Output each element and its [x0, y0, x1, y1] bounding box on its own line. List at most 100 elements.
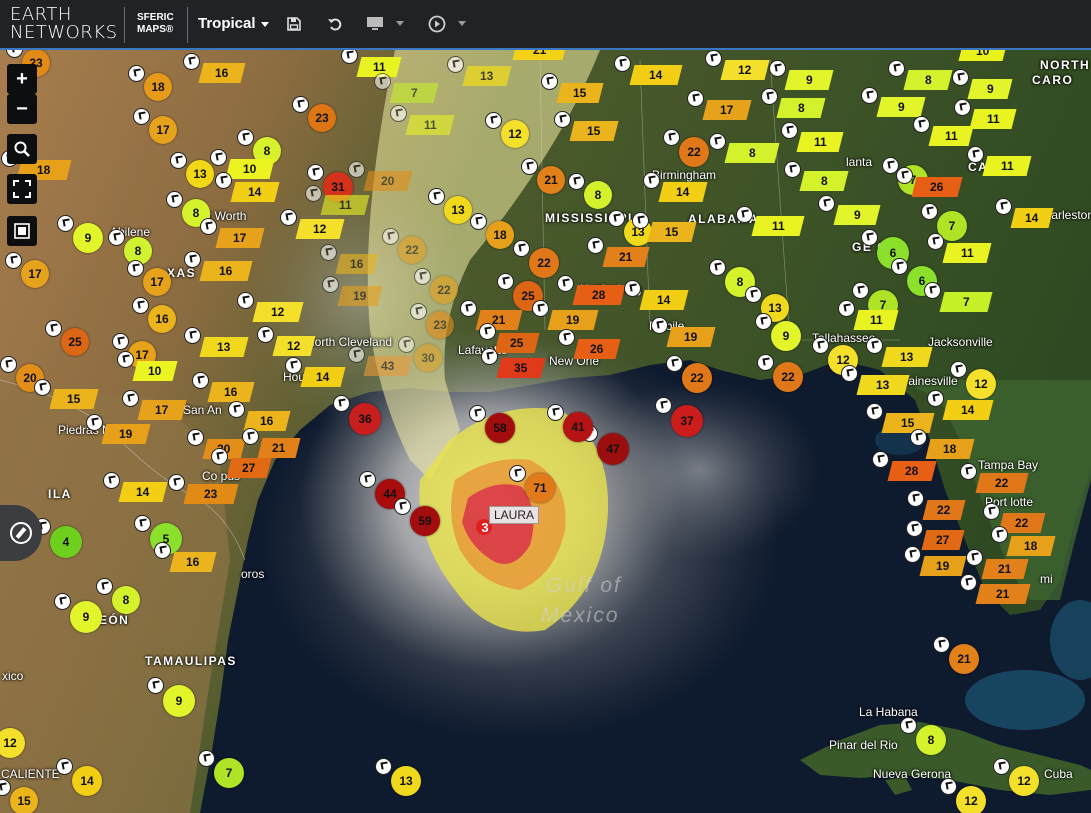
wind-gust-circle-marker[interactable]: 22 [398, 236, 426, 264]
play-dropdown-chevron-icon[interactable] [458, 21, 466, 26]
map-canvas[interactable]: + − MISSISSIPPI ALABAMA XAS TAMAULIPAS LEÓN I… [0, 50, 1091, 813]
wind-speed-flag-marker[interactable]: 12 [252, 302, 304, 322]
display-dropdown-chevron-icon[interactable] [396, 21, 404, 26]
wind-gust-circle-marker[interactable]: 18 [486, 221, 514, 249]
wind-speed-flag-marker[interactable]: 19 [547, 310, 599, 330]
wind-gust-circle-marker[interactable]: 22 [679, 137, 709, 167]
wind-speed-flag-marker[interactable]: 26 [911, 177, 963, 197]
wind-speed-flag-marker[interactable]: 14 [230, 182, 280, 202]
zoom-to-area-button[interactable] [7, 134, 37, 164]
wind-speed-flag-marker[interactable]: 15 [556, 83, 604, 103]
wind-speed-flag-marker[interactable]: 18 [925, 439, 975, 459]
wind-speed-flag-marker[interactable]: 14 [1010, 208, 1054, 228]
wind-gust-circle-marker[interactable]: 16 [148, 305, 176, 333]
undo-button[interactable] [322, 12, 348, 36]
wind-speed-flag-marker[interactable]: 8 [776, 98, 826, 118]
wind-gust-circle-marker[interactable]: 22 [773, 362, 803, 392]
wind-gust-circle-marker[interactable]: 17 [149, 116, 177, 144]
earth-networks-logo[interactable]: EARTH NETWORKS [10, 6, 118, 44]
wind-gust-circle-marker[interactable]: 8 [112, 586, 140, 614]
wind-gust-circle-marker[interactable]: 22 [682, 363, 712, 393]
wind-speed-flag-marker[interactable]: 16 [199, 261, 253, 281]
wind-speed-flag-marker[interactable]: 14 [629, 65, 683, 85]
wind-gust-circle-marker[interactable]: 23 [426, 311, 454, 339]
wind-speed-flag-marker[interactable]: 13 [881, 347, 933, 367]
wind-speed-flag-marker[interactable]: 9 [876, 97, 926, 117]
save-button[interactable] [281, 12, 307, 36]
wind-speed-flag-marker[interactable]: 27 [226, 458, 272, 478]
wind-speed-flag-marker[interactable]: 26 [573, 339, 621, 359]
wind-speed-flag-marker[interactable]: 9 [967, 79, 1013, 99]
wind-gust-circle-marker[interactable]: 9 [73, 223, 103, 253]
wind-gust-circle-marker[interactable]: 17 [21, 260, 49, 288]
wind-gust-circle-marker[interactable]: 41 [563, 412, 593, 442]
wind-speed-flag-marker[interactable]: 12 [295, 219, 345, 239]
wind-speed-flag-marker[interactable]: 14 [639, 290, 689, 310]
wind-speed-flag-marker[interactable]: 23 [183, 484, 239, 504]
wind-gust-circle-marker[interactable]: 12 [966, 369, 996, 399]
wind-speed-flag-marker[interactable]: 15 [647, 222, 697, 242]
wind-speed-flag-marker[interactable]: 11 [796, 132, 844, 152]
wind-speed-flag-marker[interactable]: 11 [320, 195, 370, 215]
wind-speed-flag-marker[interactable]: 17 [702, 100, 752, 120]
wind-speed-flag-marker[interactable]: 11 [969, 109, 1017, 129]
wind-gust-circle-marker[interactable]: 12 [501, 120, 529, 148]
wind-gust-circle-marker[interactable]: 9 [771, 321, 801, 351]
fullscreen-button[interactable] [7, 174, 37, 204]
wind-gust-circle-marker[interactable]: 18 [144, 73, 172, 101]
wind-gust-circle-marker[interactable]: 21 [537, 166, 565, 194]
wind-speed-flag-marker[interactable]: 25 [494, 333, 540, 353]
wind-speed-flag-marker[interactable]: 8 [724, 143, 780, 163]
wind-speed-flag-marker[interactable]: 22 [922, 500, 966, 520]
wind-speed-flag-marker[interactable]: 10 [225, 159, 275, 179]
wind-speed-flag-marker[interactable]: 9 [833, 205, 881, 225]
wind-speed-flag-marker[interactable]: 7 [939, 292, 993, 312]
wind-gust-circle-marker[interactable]: 9 [163, 685, 195, 717]
wind-gust-circle-marker[interactable]: 25 [61, 328, 89, 356]
wind-speed-flag-marker[interactable]: 21 [975, 584, 1031, 604]
wind-gust-circle-marker[interactable]: 47 [597, 433, 629, 465]
wind-gust-circle-marker[interactable]: 7 [214, 758, 244, 788]
wind-speed-flag-marker[interactable]: 17 [215, 228, 265, 248]
wind-speed-flag-marker[interactable]: 11 [942, 243, 992, 263]
wind-gust-circle-marker[interactable]: 23 [308, 104, 336, 132]
wind-speed-flag-marker[interactable]: 15 [569, 121, 619, 141]
wind-speed-flag-marker[interactable]: 16 [169, 552, 217, 572]
wind-gust-circle-marker[interactable]: 71 [525, 473, 555, 503]
wind-gust-circle-marker[interactable]: 8 [584, 181, 612, 209]
wind-gust-circle-marker[interactable]: 13 [391, 766, 421, 796]
wind-gust-circle-marker[interactable]: 12 [956, 786, 986, 813]
wind-gust-circle-marker[interactable]: 21 [949, 644, 979, 674]
wind-speed-flag-marker[interactable]: 14 [300, 367, 346, 387]
wind-gust-circle-marker[interactable]: 13 [186, 160, 214, 188]
wind-gust-circle-marker[interactable]: 8 [916, 725, 946, 755]
layer-menu-dropdown[interactable]: Tropical [198, 15, 269, 32]
wind-speed-flag-marker[interactable]: 13 [856, 375, 910, 395]
wind-gust-circle-marker[interactable]: 14 [72, 766, 102, 796]
wind-speed-flag-marker[interactable]: 19 [101, 424, 151, 444]
wind-gust-circle-marker[interactable]: 17 [143, 268, 171, 296]
wind-gust-circle-marker[interactable]: 59 [410, 506, 440, 536]
wind-speed-flag-marker[interactable]: 11 [853, 310, 899, 330]
wind-speed-flag-marker[interactable]: 21 [981, 559, 1029, 579]
wind-speed-flag-marker[interactable]: 19 [337, 286, 383, 306]
wind-speed-flag-marker[interactable]: 18 [1006, 536, 1056, 556]
wind-speed-flag-marker[interactable]: 35 [496, 358, 546, 378]
wind-speed-flag-marker[interactable]: 28 [887, 461, 937, 481]
wind-speed-flag-marker[interactable]: 12 [720, 60, 770, 80]
play-button[interactable] [424, 12, 450, 36]
wind-gust-circle-marker[interactable]: 22 [430, 276, 458, 304]
wind-gust-circle-marker[interactable]: 15 [10, 787, 38, 813]
wind-gust-circle-marker[interactable]: 36 [349, 403, 381, 435]
wind-gust-circle-marker[interactable]: 12 [1009, 766, 1039, 796]
wind-speed-flag-marker[interactable]: 12 [272, 336, 316, 356]
wind-speed-flag-marker[interactable]: 10 [958, 50, 1008, 61]
wind-speed-flag-marker[interactable]: 21 [602, 247, 650, 267]
wind-speed-flag-marker[interactable]: 7 [389, 83, 439, 103]
wind-speed-flag-marker[interactable]: 11 [928, 126, 974, 146]
wind-speed-flag-marker[interactable]: 8 [903, 70, 953, 90]
wind-speed-flag-marker[interactable]: 20 [363, 171, 413, 191]
wind-speed-flag-marker[interactable]: 15 [49, 389, 99, 409]
wind-speed-flag-marker[interactable]: 15 [881, 413, 935, 433]
wind-speed-flag-marker[interactable]: 14 [118, 482, 168, 502]
